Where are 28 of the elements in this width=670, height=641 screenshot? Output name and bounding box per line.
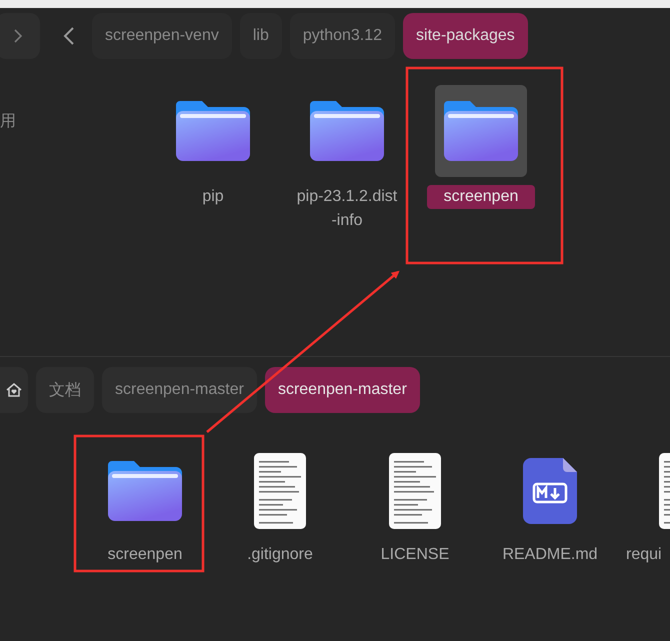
file-name: LICENSE (380, 545, 450, 565)
folder-icon (444, 101, 518, 161)
folder-icon (310, 101, 384, 161)
file-name: screenpen (427, 185, 535, 209)
file-name: README.md (501, 545, 599, 565)
breadcrumb[interactable]: python3.12 (290, 13, 396, 59)
chevron-right-icon (13, 28, 23, 44)
home-button[interactable] (0, 367, 28, 413)
folder-icon (108, 461, 182, 521)
breadcrumb[interactable]: site-packages (403, 13, 528, 59)
breadcrumb[interactable]: screenpen-venv (92, 13, 232, 59)
file-name: screenpen (106, 545, 184, 565)
markdown-file-icon (523, 458, 577, 524)
file-name: .gitignore (246, 545, 314, 565)
file-name: pip-23.1.2.dist-info (296, 187, 398, 231)
breadcrumb[interactable]: lib (240, 13, 282, 59)
document-thumbnail-icon (389, 453, 441, 529)
home-icon (6, 382, 22, 398)
folder-icon (176, 101, 250, 161)
sidebar-item[interactable]: 用 (0, 113, 16, 130)
breadcrumb[interactable]: screenpen-master (102, 367, 257, 413)
file-name: requi (625, 545, 663, 565)
breadcrumb[interactable]: screenpen-master (264, 367, 420, 413)
file-tile[interactable] (435, 85, 527, 177)
file-name: pip (201, 187, 225, 207)
chevron-left-icon (63, 26, 75, 46)
document-thumbnail-icon (254, 453, 306, 529)
breadcrumb[interactable]: 文档 (36, 367, 94, 413)
